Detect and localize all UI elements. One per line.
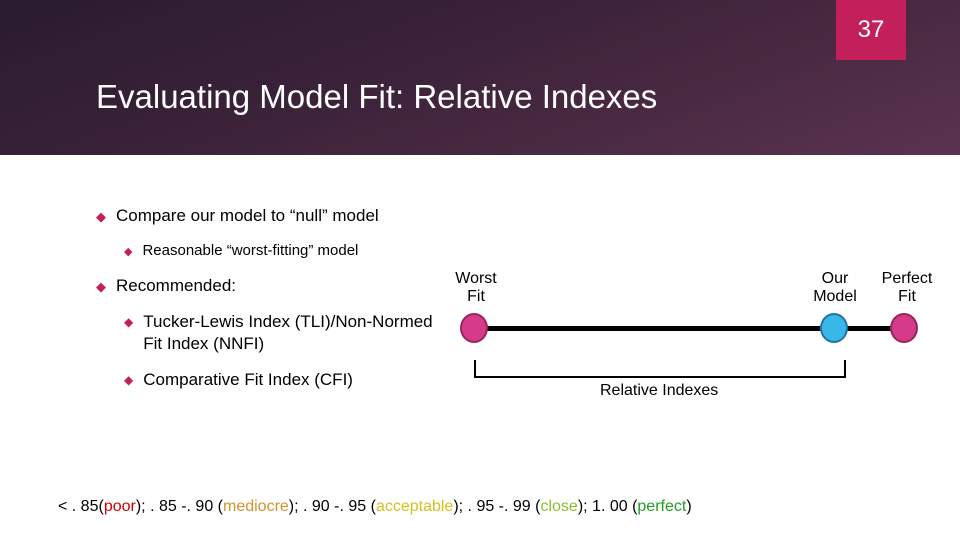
bullet-text: Compare our model to “null” model xyxy=(116,205,379,227)
list-item: ◆ Comparative Fit Index (CFI) xyxy=(124,369,436,391)
scale-mediocre: mediocre xyxy=(223,498,289,515)
list-item: ◆ Reasonable “worst-fitting” model xyxy=(124,241,436,261)
scale-close: close xyxy=(540,498,577,515)
scale-text: ); 1. 00 ( xyxy=(578,498,638,515)
scale-text: ) xyxy=(686,498,691,515)
slide-title: Evaluating Model Fit: Relative Indexes xyxy=(96,78,657,116)
bullet-icon: ◆ xyxy=(124,315,133,355)
bullet-icon: ◆ xyxy=(124,245,132,261)
worst-fit-label: Worst Fit xyxy=(446,270,506,307)
bullet-text: Tucker-Lewis Index (TLI)/Non-Normed Fit … xyxy=(143,311,436,355)
bullet-icon: ◆ xyxy=(124,373,133,391)
fit-scale-legend: < . 85(poor); . 85 -. 90 (mediocre); . 9… xyxy=(58,498,692,516)
scale-text: < . 85( xyxy=(58,498,104,515)
scale-text: ); . 85 -. 90 ( xyxy=(136,498,223,515)
scale-text: ); . 95 -. 99 ( xyxy=(453,498,540,515)
our-model-marker xyxy=(820,313,848,343)
worst-fit-marker xyxy=(460,313,488,343)
scale-poor: poor xyxy=(104,498,136,515)
bracket xyxy=(474,360,846,378)
page-number-badge: 37 xyxy=(836,0,906,60)
page-number: 37 xyxy=(858,16,885,44)
bracket-label: Relative Indexes xyxy=(600,382,718,400)
bullet-text: Recommended: xyxy=(116,275,236,297)
bullet-list: ◆ Compare our model to “null” model ◆ Re… xyxy=(96,205,436,405)
bullet-icon: ◆ xyxy=(96,209,106,227)
bullet-text: Comparative Fit Index (CFI) xyxy=(143,369,353,391)
list-item: ◆ Compare our model to “null” model xyxy=(96,205,436,227)
list-item: ◆ Recommended: xyxy=(96,275,436,297)
fit-diagram: Worst Fit Our Model Perfect Fit Relative… xyxy=(450,270,940,420)
bullet-text: Reasonable “worst-fitting” model xyxy=(142,241,358,261)
perfect-fit-marker xyxy=(890,313,918,343)
list-item: ◆ Tucker-Lewis Index (TLI)/Non-Normed Fi… xyxy=(124,311,436,355)
slide-header: 37 Evaluating Model Fit: Relative Indexe… xyxy=(0,0,960,155)
scale-perfect: perfect xyxy=(637,498,686,515)
our-model-label: Our Model xyxy=(805,270,865,307)
bullet-icon: ◆ xyxy=(96,279,106,297)
scale-acceptable: acceptable xyxy=(376,498,453,515)
scale-text: ); . 90 -. 95 ( xyxy=(289,498,376,515)
perfect-fit-label: Perfect Fit xyxy=(877,270,937,307)
